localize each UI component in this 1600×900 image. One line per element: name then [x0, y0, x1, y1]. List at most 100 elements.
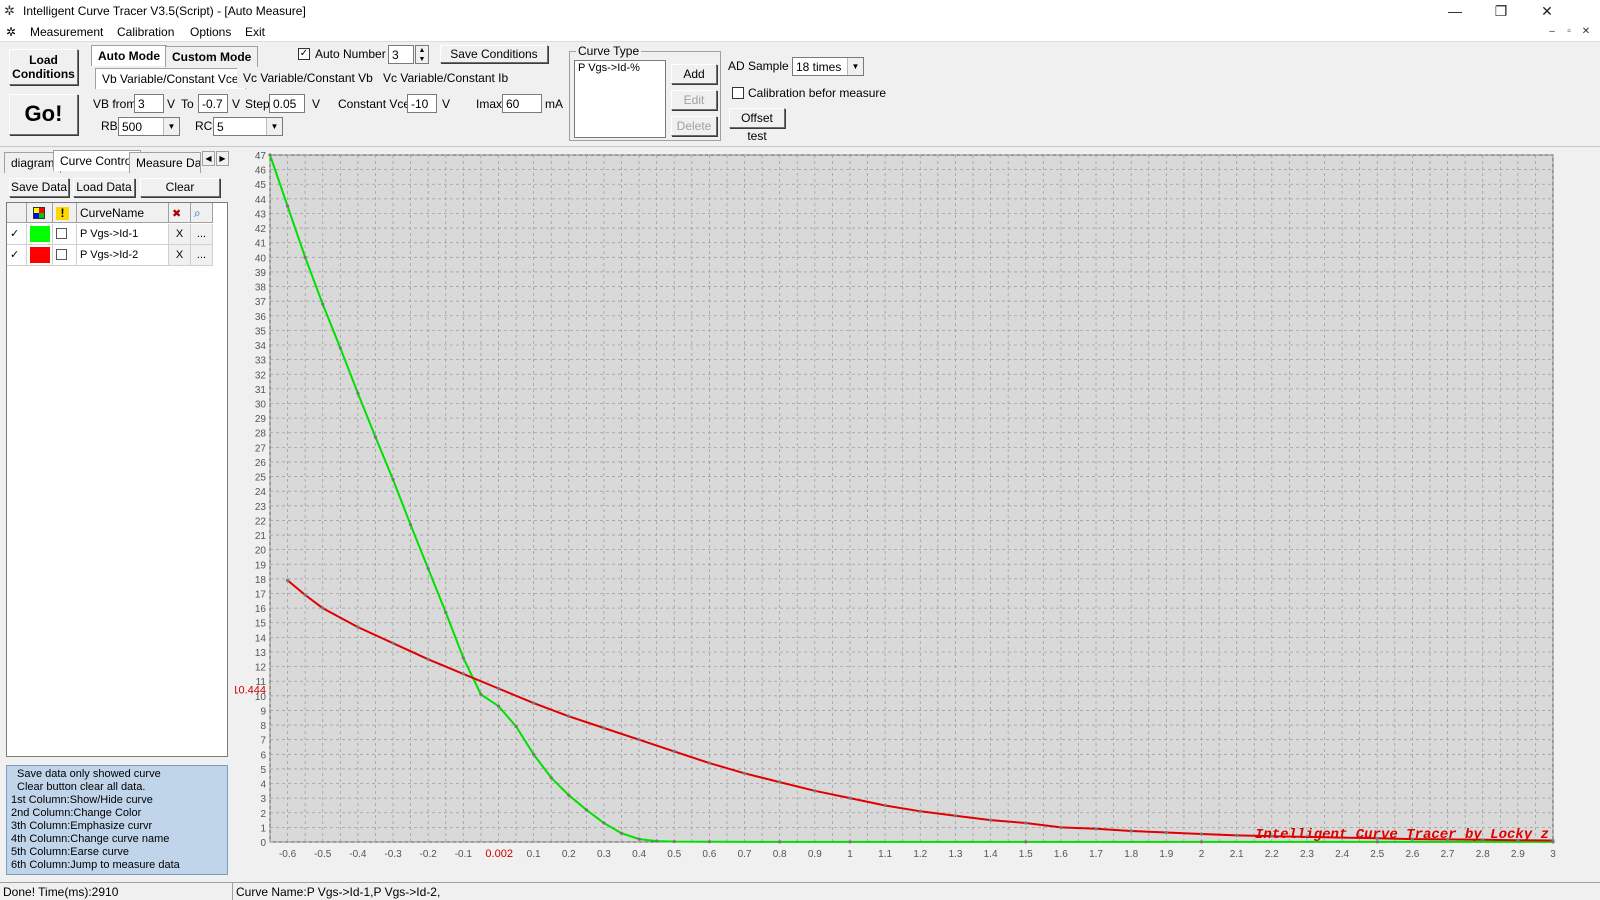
mdi-restore-button[interactable]: ▫	[1561, 25, 1577, 39]
menu-calibration[interactable]: Calibration	[117, 25, 174, 39]
x-tick-label: 1.8	[1124, 849, 1138, 860]
data-point	[778, 780, 782, 784]
watermark-text: Intelligent Curve Tracer by Locky z	[1255, 827, 1549, 843]
rc-select[interactable]: 5 ▼	[213, 117, 283, 136]
restore-button[interactable]: ❐	[1478, 0, 1524, 22]
y-tick-label: 16	[255, 604, 267, 615]
auto-number-spinner[interactable]: ▲ ▼	[415, 45, 429, 64]
rb-select[interactable]: 500 ▼	[118, 117, 180, 136]
add-button[interactable]: Add	[671, 64, 717, 84]
minimize-button[interactable]: —	[1432, 0, 1478, 22]
constant-vce-label: Constant Vce	[338, 97, 411, 111]
data-point	[883, 803, 887, 808]
curve-name-cell[interactable]: P Vgs->Id-2	[77, 245, 169, 266]
x-tick-label: 2.6	[1405, 849, 1419, 860]
mdi-app-icon: ✲	[6, 25, 17, 39]
x-tick-label: 1.3	[948, 849, 962, 860]
mdi-minimize-button[interactable]: –	[1544, 25, 1560, 39]
data-point	[338, 346, 342, 350]
palette-icon	[33, 207, 45, 219]
show-checkbox[interactable]: ✓	[7, 245, 27, 266]
tab-custom-mode[interactable]: Custom Mode	[165, 46, 259, 67]
y-tick-label: 47	[255, 152, 267, 162]
to-input[interactable]: -0.7	[198, 94, 228, 113]
close-button[interactable]: ✕	[1524, 0, 1570, 22]
calibration-checkbox[interactable]	[732, 87, 744, 99]
save-conditions-button[interactable]: Save Conditions	[440, 45, 548, 63]
emphasize-checkbox[interactable]	[53, 245, 77, 266]
save-data-button[interactable]: Save Data	[9, 178, 69, 197]
data-point	[918, 809, 922, 813]
curve-chart[interactable]: 0123456789101112131415161718192021222324…	[232, 151, 1600, 882]
x-tick-label: -0.3	[384, 849, 402, 860]
tab-auto-mode[interactable]: Auto Mode	[91, 45, 167, 66]
step-input[interactable]: 0.05	[269, 94, 305, 113]
data-point	[426, 567, 430, 571]
emphasize-checkbox[interactable]	[53, 224, 77, 245]
ad-sample-value: 18 times	[796, 60, 842, 74]
subtab-vc-variable-ib[interactable]: Vc Variable/Constant Ib	[377, 68, 515, 88]
chevron-down-icon: ▼	[847, 58, 863, 75]
x-tick-label: 1.5	[1019, 849, 1033, 860]
y-tick-label: 2	[260, 809, 266, 820]
tab-measure-data[interactable]: Measure Data	[129, 152, 201, 173]
go-button[interactable]: Go!	[9, 94, 78, 135]
title-bar: ✲ Intelligent Curve Tracer V3.5(Script) …	[0, 0, 1600, 22]
load-data-button[interactable]: Load Data	[73, 178, 135, 197]
help-box: Save data only showed curve Clear button…	[6, 765, 228, 875]
y-tick-label: 20	[255, 546, 267, 557]
offset-test-button[interactable]: Offset test	[729, 108, 785, 143]
subtab-vc-variable-vb[interactable]: Vc Variable/Constant Vb	[237, 68, 379, 88]
jump-button[interactable]: ...	[191, 224, 213, 245]
data-point	[848, 796, 852, 800]
y-tick-label: 3	[260, 794, 266, 805]
help-line: 2nd Column:Change Color	[11, 807, 142, 819]
data-point	[619, 831, 624, 835]
plot-area[interactable]: 0 1 2 3 4 5 6 7 8 9 10 11 12 13 14 15 16 17 18 19 20 21 22 23 24…	[232, 151, 1600, 882]
constant-vce-input[interactable]: -10	[407, 94, 437, 113]
tab-scroll-right-icon[interactable]: ▶	[216, 151, 229, 166]
clear-button[interactable]: Clear	[140, 178, 220, 197]
data-point	[672, 749, 676, 753]
menu-exit[interactable]: Exit	[245, 25, 265, 39]
tab-scroll-left-icon[interactable]: ◀	[202, 151, 215, 166]
ad-sample-select[interactable]: 18 times ▼	[792, 57, 864, 76]
y-tick-label: 8	[260, 721, 266, 732]
show-checkbox[interactable]: ✓	[7, 224, 27, 245]
y-tick-label: 21	[255, 531, 267, 542]
x-tick-label: 2.2	[1265, 849, 1279, 860]
imax-input[interactable]: 60	[502, 94, 542, 113]
menu-options[interactable]: Options	[190, 25, 231, 39]
erase-button[interactable]: X	[169, 224, 191, 245]
step-unit: V	[312, 97, 321, 111]
data-point	[514, 724, 518, 729]
edit-button[interactable]: Edit	[671, 90, 717, 110]
data-point	[391, 477, 395, 482]
help-line: 3th Column:Emphasize curvr	[11, 820, 153, 832]
vb-from-input[interactable]: 3	[134, 94, 164, 113]
data-point	[813, 789, 817, 793]
data-point	[532, 701, 536, 705]
mdi-close-button[interactable]: ✕	[1578, 25, 1594, 39]
menu-measurement[interactable]: Measurement	[30, 25, 103, 39]
curve-type-item[interactable]: P Vgs->Id-%	[578, 62, 640, 74]
y-tick-label: 43	[255, 209, 267, 220]
y-tick-label: 19	[255, 560, 267, 571]
load-conditions-button[interactable]: Load Conditions	[9, 49, 78, 85]
color-cell[interactable]	[27, 224, 53, 245]
x-tick-label: -0.6	[279, 849, 297, 860]
jump-button[interactable]: ...	[191, 245, 213, 266]
x-tick-label: -0.4	[349, 849, 367, 860]
data-point	[303, 255, 307, 259]
subtab-vb-variable[interactable]: Vb Variable/Constant Vce	[95, 68, 246, 89]
curve-name-cell[interactable]: P Vgs->Id-1	[77, 224, 169, 245]
tab-curve-control[interactable]: Curve Control	[53, 150, 142, 171]
auto-number-checkbox[interactable]: ✓	[298, 48, 310, 60]
erase-button[interactable]: X	[169, 245, 191, 266]
data-point	[373, 435, 378, 439]
delete-button[interactable]: Delete	[671, 116, 717, 136]
curve-type-list[interactable]: P Vgs->Id-%	[574, 60, 666, 138]
color-cell[interactable]	[27, 245, 53, 266]
color-swatch	[30, 247, 50, 263]
auto-number-input[interactable]: 3	[388, 45, 414, 64]
